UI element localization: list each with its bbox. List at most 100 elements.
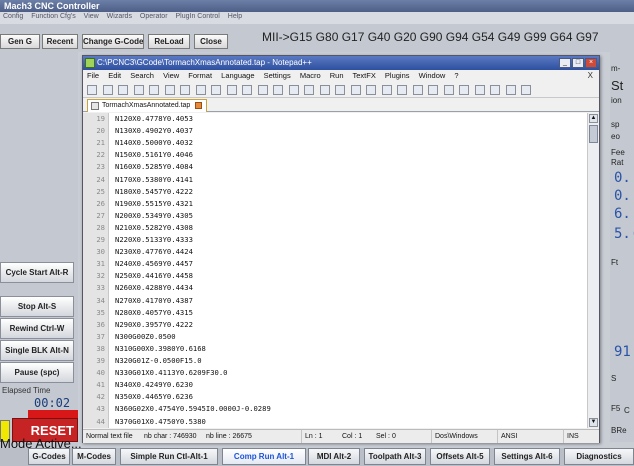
mach-menu-operator[interactable]: Operator (140, 13, 168, 20)
mach-menu-plugin-control[interactable]: PlugIn Control (175, 13, 219, 20)
code-line[interactable]: 29 N220X0.5133Y0.4333 (83, 234, 583, 247)
tab-settings[interactable]: Settings Alt-6 (494, 448, 560, 465)
code-line[interactable]: 37 N300G00Z0.0500 (83, 331, 583, 344)
code-line[interactable]: 40 N330G01X0.4113Y0.6209F30.0 (83, 367, 583, 380)
npp-menu-help[interactable]: ? (454, 71, 458, 80)
copy-icon[interactable] (211, 85, 222, 95)
save-all-icon[interactable] (133, 85, 144, 95)
reload-button[interactable]: ReLoad (148, 34, 190, 49)
save-macro-icon[interactable] (474, 85, 485, 95)
scrollbar-thumb[interactable] (589, 125, 598, 143)
code-line[interactable]: 22 N150X0.5161Y0.4046 (83, 149, 583, 162)
print-icon[interactable] (180, 85, 191, 95)
open-file-icon[interactable] (102, 85, 113, 95)
save-icon[interactable] (118, 85, 129, 95)
npp-menu-search[interactable]: Search (130, 71, 154, 80)
replace-icon[interactable] (288, 85, 299, 95)
mach-menu-function-cfgs[interactable]: Function Cfg's (31, 13, 76, 20)
npp-menu-edit[interactable]: Edit (108, 71, 121, 80)
npp-menu-file[interactable]: File (87, 71, 99, 80)
run-macro-multiple-icon[interactable] (459, 85, 470, 95)
mach-menu-help[interactable]: Help (228, 13, 242, 20)
file-tab-tormach[interactable]: TormachXmasAnnotated.tap (87, 99, 208, 112)
code-line[interactable]: 43 N360G02X0.4754Y0.5945I0.0000J-0.0289 (83, 403, 583, 416)
arrow-up-icon[interactable] (505, 85, 516, 95)
pause-button[interactable]: Pause (spc) (0, 362, 74, 383)
tab-mdi[interactable]: MDI Alt-2 (308, 448, 360, 465)
close-file-icon[interactable] (149, 85, 160, 95)
npp-menu-run[interactable]: Run (330, 71, 344, 80)
cycle-start-button[interactable]: Cycle Start Alt-R (0, 262, 74, 283)
new-file-icon[interactable] (87, 85, 97, 95)
tab-g-codes[interactable]: G-Codes (28, 448, 70, 465)
close-document-icon[interactable]: X (588, 70, 593, 82)
mach-menu-view[interactable]: View (84, 13, 99, 20)
code-line[interactable]: 19 N120X0.4778Y0.4053 (83, 113, 583, 126)
close-icon[interactable]: × (585, 58, 597, 68)
code-line[interactable]: 34 N270X0.4170Y0.4387 (83, 295, 583, 308)
change-gcode-button[interactable]: Change G-Code (82, 34, 144, 49)
code-editor[interactable]: 19 N120X0.4778Y0.4053 20 N130X0.4902Y0.4037… (83, 113, 599, 428)
gen-g-button[interactable]: Gen G (0, 34, 40, 49)
close-all-icon[interactable] (164, 85, 175, 95)
tab-offsets[interactable]: Offsets Alt-5 (430, 448, 490, 465)
npp-menu-textfx[interactable]: TextFX (352, 71, 375, 80)
code-line[interactable]: 33 N260X0.4288Y0.4434 (83, 282, 583, 295)
code-line[interactable]: 27 N200X0.5349Y0.4305 (83, 210, 583, 223)
code-line[interactable]: 41 N340X0.4249Y0.6230 (83, 379, 583, 392)
npp-menu-macro[interactable]: Macro (300, 71, 321, 80)
zoom-in-icon[interactable] (304, 85, 315, 95)
record-macro-icon[interactable] (412, 85, 423, 95)
mach-menu-config[interactable]: Config (3, 13, 23, 20)
word-wrap-icon[interactable] (366, 85, 377, 95)
single-block-button[interactable]: Single BLK Alt-N (0, 340, 74, 361)
npp-menu-view[interactable]: View (163, 71, 179, 80)
abc-icon[interactable] (490, 85, 501, 95)
code-line[interactable]: 30 N230X0.4776Y0.4424 (83, 246, 583, 259)
code-line[interactable]: 38 N310G00X0.3980Y0.6168 (83, 343, 583, 356)
recent-button[interactable]: Recent (42, 34, 78, 49)
indent-guide-icon[interactable] (397, 85, 408, 95)
npp-menu-language[interactable]: Language (221, 71, 254, 80)
code-line[interactable]: 28 N210X0.5282Y0.4308 (83, 222, 583, 235)
scroll-down-icon[interactable]: ▼ (589, 418, 598, 427)
tab-toolpath[interactable]: Toolpath Alt-3 (364, 448, 426, 465)
sync-horizontal-icon[interactable] (350, 85, 361, 95)
maximize-icon[interactable]: □ (572, 58, 584, 68)
tab-diagnostics[interactable]: Diagnostics (564, 448, 634, 465)
code-line[interactable]: 23 N160X0.5285Y0.4084 (83, 161, 583, 174)
tab-comp-run[interactable]: Comp Run Alt-1 (222, 448, 306, 465)
sync-vertical-icon[interactable] (335, 85, 346, 95)
code-line[interactable]: 39 N320G01Z-0.0500F15.0 (83, 355, 583, 368)
undo-icon[interactable] (242, 85, 253, 95)
code-line[interactable]: 42 N350X0.4465Y0.6236 (83, 391, 583, 404)
code-line[interactable]: 20 N130X0.4902Y0.4037 (83, 125, 583, 138)
find-icon[interactable] (273, 85, 284, 95)
stop-macro-icon[interactable] (428, 85, 439, 95)
code-line[interactable]: 36 N290X0.3957Y0.4222 (83, 319, 583, 332)
rewind-button[interactable]: Rewind Ctrl-W (0, 318, 74, 339)
play-macro-icon[interactable] (443, 85, 454, 95)
file-tab-close-icon[interactable] (195, 101, 203, 109)
code-line[interactable]: 35 N280X0.4057Y0.4315 (83, 307, 583, 320)
scroll-up-icon[interactable]: ▲ (589, 114, 598, 123)
npp-title-bar[interactable]: C:\PCNC3\GCode\TormachXmasAnnotated.tap … (83, 56, 599, 70)
cut-icon[interactable] (195, 85, 206, 95)
npp-menu-settings[interactable]: Settings (264, 71, 291, 80)
vertical-scrollbar[interactable]: ▲ ▼ (587, 113, 599, 428)
show-all-chars-icon[interactable] (381, 85, 392, 95)
code-line[interactable]: 24 N170X0.5380Y0.4141 (83, 174, 583, 187)
tab-simple-run[interactable]: Simple Run Ctl-Alt-1 (120, 448, 218, 465)
code-line[interactable]: 32 N250X0.4416Y0.4458 (83, 270, 583, 283)
stop-button[interactable]: Stop Alt-S (0, 296, 74, 317)
zoom-out-icon[interactable] (319, 85, 330, 95)
mach-menu-wizards[interactable]: Wizards (107, 13, 132, 20)
arrow-down-icon[interactable] (521, 85, 532, 95)
code-line[interactable]: 26 N190X0.5515Y0.4321 (83, 198, 583, 211)
tab-m-codes[interactable]: M-Codes (72, 448, 116, 465)
close-button[interactable]: Close (194, 34, 228, 49)
paste-icon[interactable] (226, 85, 237, 95)
npp-menu-window[interactable]: Window (419, 71, 446, 80)
code-line[interactable]: 44 N370G01X0.4750Y0.5380 (83, 416, 583, 429)
redo-icon[interactable] (257, 85, 268, 95)
